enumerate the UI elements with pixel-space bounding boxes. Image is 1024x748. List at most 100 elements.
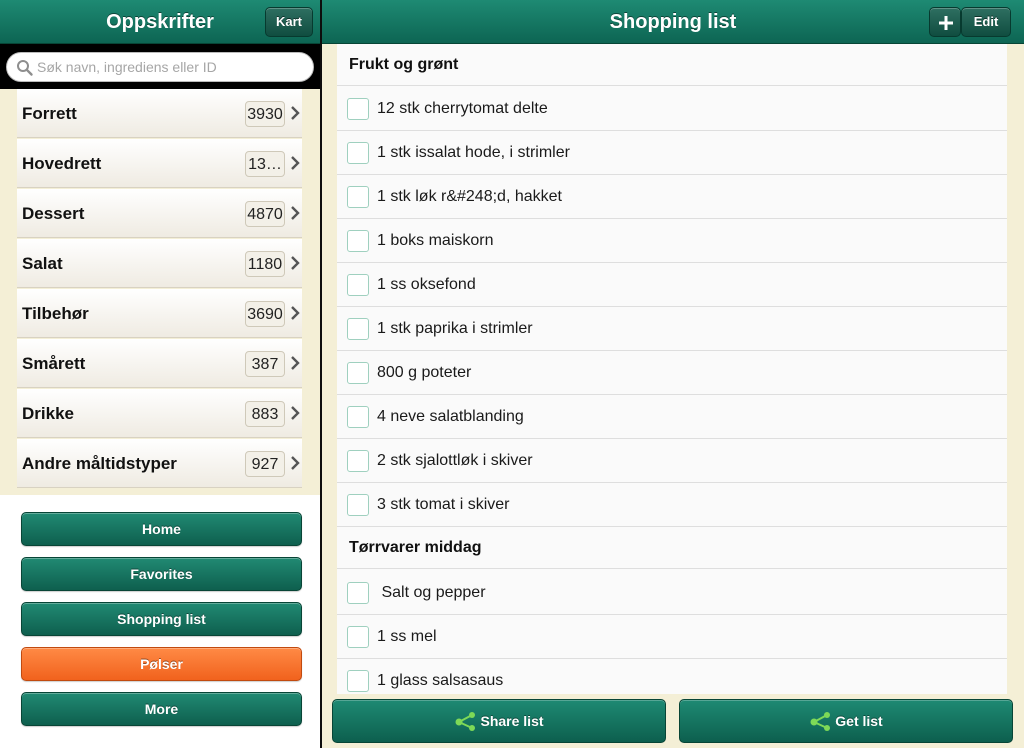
item-checkbox[interactable] [347,670,369,692]
bottom-toolbar: Share list Get list [322,694,1024,748]
item-label: 1 stk issalat hode, i strimler [377,144,570,161]
category-row[interactable]: Salat 1180 [17,239,302,288]
category-label: Salat [22,254,63,273]
favorites-button[interactable]: Favorites [21,557,302,591]
category-count-badge: 927 [245,451,285,477]
main-menu: Home Favorites Shopping list Pølser More [0,495,320,748]
list-item: 1 stk paprika i strimler [337,307,1007,351]
search-bar [0,44,320,89]
item-checkbox[interactable] [347,186,369,208]
item-checkbox[interactable] [347,142,369,164]
list-item: 1 stk issalat hode, i strimler [337,131,1007,175]
item-label: 1 stk paprika i strimler [377,320,533,337]
add-item-button[interactable] [929,7,961,37]
category-row[interactable]: Forrett 3930 [17,89,302,138]
item-label: 800 g poteter [377,364,472,381]
item-checkbox[interactable] [347,450,369,472]
category-row[interactable]: Tilbehør 3690 [17,289,302,338]
category-label: Tilbehør [22,304,89,323]
section-header: Tørrvarer middag [337,527,1007,569]
home-button[interactable]: Home [21,512,302,546]
section-header: Frukt og grønt [337,44,1007,86]
category-label: Forrett [22,104,77,123]
list-item: 1 glass salsasaus [337,659,1007,694]
item-checkbox[interactable] [347,494,369,516]
share-list-label: Share list [480,713,544,729]
list-item: 3 stk tomat i skiver [337,483,1007,527]
chevron-right-icon [291,206,300,220]
shopping-list-header: Shopping list Edit [322,0,1024,44]
item-checkbox[interactable] [347,230,369,252]
chevron-right-icon [291,106,300,120]
item-checkbox[interactable] [347,582,369,604]
category-label: Dessert [22,204,85,223]
list-item: 2 stk sjalottløk i skiver [337,439,1007,483]
item-checkbox[interactable] [347,406,369,428]
category-row[interactable]: Drikke 883 [17,389,302,438]
list-item: 1 ss oksefond [337,263,1007,307]
category-row[interactable]: Dessert 4870 [17,189,302,238]
chevron-right-icon [291,306,300,320]
category-count-badge: 3690 [245,301,285,327]
share-icon [810,711,831,731]
item-checkbox[interactable] [347,274,369,296]
get-list-label: Get list [835,713,883,729]
list-item: Salt og pepper [337,571,1007,615]
item-checkbox[interactable] [347,98,369,120]
search-input[interactable] [37,53,307,81]
chevron-right-icon [291,456,300,470]
shopping-list-button[interactable]: Shopping list [21,602,302,636]
item-label: 1 stk løk r&#248;d, hakket [377,188,562,205]
item-label: 1 ss oksefond [377,276,476,293]
more-button[interactable]: More [21,692,302,726]
share-list-button[interactable]: Share list [332,699,666,743]
item-checkbox[interactable] [347,626,369,648]
item-label: 2 stk sjalottløk i skiver [377,452,533,469]
search-field[interactable] [6,52,314,82]
recipes-header: Oppskrifter Kart [0,0,320,44]
list-item: 4 neve salatblanding [337,395,1007,439]
list-item: 1 ss mel [337,615,1007,659]
chevron-right-icon [291,256,300,270]
item-label: 1 ss mel [377,628,437,645]
polser-button[interactable]: Pølser [21,647,302,681]
item-label: Salt og pepper [377,584,486,601]
category-label: Smårett [22,354,86,373]
item-checkbox[interactable] [347,318,369,340]
category-label: Andre måltidstyper [22,454,177,473]
category-label: Hovedrett [22,154,102,173]
category-row[interactable]: Smårett 387 [17,339,302,388]
item-label: 3 stk tomat i skiver [377,496,510,513]
item-checkbox[interactable] [347,362,369,384]
chevron-right-icon [291,356,300,370]
item-label: 1 boks maiskorn [377,232,494,249]
category-count-badge: 13… [245,151,285,177]
chevron-right-icon [291,406,300,420]
category-list: Forrett 3930 Hovedrett 13… Dessert 4870 … [0,89,320,495]
list-item: 12 stk cherrytomat delte [337,87,1007,131]
item-label: 4 neve salatblanding [377,408,524,425]
shopping-list-title: Shopping list [609,11,737,33]
category-label: Drikke [22,404,74,423]
get-list-button[interactable]: Get list [679,699,1013,743]
plus-icon [939,16,953,30]
edit-button[interactable]: Edit [961,7,1011,37]
list-item: 800 g poteter [337,351,1007,395]
category-count-badge: 883 [245,401,285,427]
shopping-list: Frukt og grønt 12 stk cherrytomat delte … [337,44,1007,694]
category-count-badge: 1180 [245,251,285,277]
item-label: 12 stk cherrytomat delte [377,100,548,117]
chevron-right-icon [291,156,300,170]
recipes-panel: Oppskrifter Kart Forrett 3930 Hovedrett … [0,0,320,748]
category-count-badge: 387 [245,351,285,377]
list-item: 1 stk løk r&#248;d, hakket [337,175,1007,219]
shopping-list-panel: Shopping list Edit Frukt og grønt 12 stk… [322,0,1024,748]
list-item: 1 boks maiskorn [337,219,1007,263]
item-label: 1 glass salsasaus [377,672,504,689]
map-button[interactable]: Kart [265,7,313,37]
category-row[interactable]: Andre måltidstyper 927 [17,439,302,488]
share-icon [455,711,476,731]
category-row[interactable]: Hovedrett 13… [17,139,302,188]
category-count-badge: 4870 [245,201,285,227]
search-icon [17,60,33,76]
